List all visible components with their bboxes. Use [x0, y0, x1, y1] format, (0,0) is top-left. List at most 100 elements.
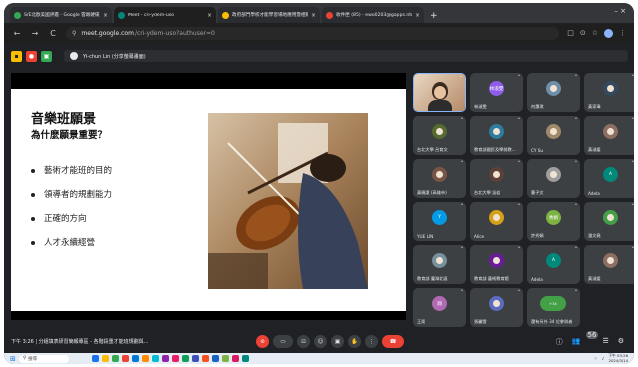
taskbar-search[interactable]: ⚲ 搜尋	[18, 354, 69, 363]
close-tab-icon[interactable]: ×	[103, 12, 108, 19]
close-tab-icon[interactable]: ×	[207, 12, 212, 19]
participant-tile[interactable]: ʺ 教育部國民及學前教...	[470, 116, 523, 155]
participant-tile[interactable]: 秀娟 ʺ 許秀娟	[527, 202, 580, 241]
taskbar-app-icon[interactable]	[181, 355, 189, 362]
camera-button[interactable]: ▭	[273, 335, 293, 348]
participant-tile[interactable]: A ʺ Adela	[527, 245, 580, 284]
presenter-banner[interactable]: Yi-chun Lin (分享螢幕畫面)	[64, 50, 628, 62]
taskbar-app-icon[interactable]	[221, 355, 229, 362]
mic-muted-icon: ʺ	[459, 76, 462, 82]
participant-tile[interactable]: ʺ 台北大學 吳若	[470, 159, 523, 198]
mic-muted-icon: ʺ	[460, 118, 463, 124]
participant-avatar: A	[546, 253, 561, 268]
close-tab-icon[interactable]: ×	[415, 12, 420, 19]
tab-favicon-icon	[222, 11, 229, 19]
chat-icon[interactable]: ☰	[602, 337, 608, 347]
close-tab-icon[interactable]: ×	[311, 12, 316, 19]
taskbar-app-icon[interactable]	[161, 355, 169, 362]
presentation-stage[interactable]: 音樂班願景 為什麼願景重要？ 藝術才能班的目的 領導者的規劃能力 正確的方向 人…	[11, 73, 406, 320]
meet-captions-icon[interactable]: ▣	[41, 50, 52, 62]
participant-avatar	[603, 81, 618, 96]
participant-tile[interactable]: ʺ 黃家瑋	[584, 73, 634, 112]
url-input[interactable]: ⚲ meet.google.com /cri-ydem-uso?authuser…	[66, 26, 560, 40]
taskbar-app-icon[interactable]	[131, 355, 139, 362]
taskbar-app-icon[interactable]	[231, 355, 239, 362]
taskbar-app-icon[interactable]	[241, 355, 249, 362]
mic-off-button[interactable]: ⊘	[256, 335, 269, 348]
hang-up-button[interactable]: ☎	[382, 335, 404, 348]
activities-icon[interactable]: ⚙	[618, 337, 624, 347]
meeting-info-icon[interactable]: ⓘ	[556, 337, 563, 347]
zoom-icon[interactable]: ⊙	[580, 29, 586, 37]
profile-avatar[interactable]	[604, 28, 613, 38]
participant-tile[interactable]: ʺ 何惠琪	[527, 73, 580, 112]
participant-tile[interactable]: ʺ 黃曉凜 (高雄市)	[413, 159, 466, 198]
window-controls[interactable]: – ×	[614, 7, 626, 15]
participant-tile[interactable]: ʺ 教育部 臺灣北區	[413, 245, 466, 284]
participant-name: 黃家瑋	[588, 104, 601, 109]
volume-icon[interactable]: ♪	[602, 356, 605, 361]
taskbar-app-icon[interactable]	[91, 355, 99, 362]
participant-tile[interactable]: 林淑雯 ʺ 林淑雯	[470, 73, 523, 112]
present-button[interactable]: ▣	[331, 335, 344, 348]
browser-tab[interactable]: 收件匣 (85) - ewo0203@gapps.ntnc…×	[322, 7, 424, 23]
wifi-icon[interactable]: ⌔	[594, 356, 598, 362]
taskbar-app-icon[interactable]	[151, 355, 159, 362]
participant-name: 林淑雯	[474, 104, 487, 109]
menu-kebab-icon[interactable]: ⋮	[619, 29, 626, 37]
windows-start-icon[interactable]: ⊞	[10, 355, 16, 363]
back-button[interactable]: ←	[12, 29, 22, 38]
browser-tab[interactable]: S/E北歐美國評鑑 - Google 雲端硬碟 ×	[10, 7, 112, 23]
mic-muted-icon: ʺ	[517, 161, 520, 167]
site-info-icon[interactable]: ⚲	[72, 30, 76, 37]
participant-name: Adela	[531, 277, 543, 282]
participant-name: 教育部 藝術教育館	[474, 276, 509, 281]
participant-tile[interactable]: ʺ	[413, 73, 466, 112]
participant-tile[interactable]: ʺ 張麗雪	[470, 288, 523, 327]
captions-button[interactable]: ⊡	[297, 335, 310, 348]
windows-taskbar: ⊞ ⚲ 搜尋 ⌔ ♪ 下午 03:26 2024/3/14	[4, 353, 634, 364]
slide-bullet: 領導者的規劃能力	[31, 188, 112, 200]
participant-tile[interactable]: ʺ 台北大學 呂育文	[413, 116, 466, 155]
participant-tile[interactable]: ʺ Alice	[470, 202, 523, 241]
mic-muted-icon: ʺ	[631, 204, 634, 210]
participant-tile[interactable]: ʺ 曹子文	[527, 159, 580, 198]
participant-tile[interactable]: ʺ 黃淑媛	[584, 116, 634, 155]
participant-tile[interactable]: ʺ CY Su	[527, 116, 580, 155]
reload-button[interactable]: C	[48, 29, 58, 38]
taskbar-app-icon[interactable]	[191, 355, 199, 362]
taskbar-app-icon[interactable]	[141, 355, 149, 362]
taskbar-app-icon[interactable]	[111, 355, 119, 362]
participant-avatar	[489, 210, 504, 225]
browser-tab[interactable]: Meet - cri-ydem-uso ×	[114, 7, 216, 23]
taskbar-app-icon[interactable]	[121, 355, 129, 362]
participant-tile[interactable]: ʺ 黃淑媛	[584, 245, 634, 284]
tab-title: S/E北歐美國評鑑 - Google 雲端硬碟	[24, 13, 100, 18]
forward-button[interactable]: →	[30, 29, 40, 38]
cast-icon[interactable]: □	[567, 29, 574, 37]
people-icon[interactable]: 👥56	[572, 331, 599, 347]
meet-record-icon[interactable]: ●	[26, 50, 37, 62]
participant-tile[interactable]: Y ʺ YUE LIN	[413, 202, 466, 241]
browser-tab[interactable]: 政府部門學校才能學習場地應用暨相關?/1…×	[218, 7, 320, 23]
participant-tile[interactable]: +34 ʺ 還有另外 34 位參與者	[527, 288, 580, 327]
taskbar-clock[interactable]: 下午 03:26 2024/3/14	[608, 353, 628, 363]
participant-avatar	[432, 167, 447, 182]
emoji-button[interactable]: ☺	[314, 335, 327, 348]
slide-subtitle: 為什麼願景重要？	[31, 130, 108, 141]
taskbar-app-icon[interactable]	[101, 355, 109, 362]
taskbar-app-icon[interactable]	[211, 355, 219, 362]
taskbar-app-icon[interactable]	[201, 355, 209, 362]
participant-tile[interactable]: A ʺ Adela	[584, 159, 634, 198]
more-options-button[interactable]: ⋮	[365, 335, 378, 348]
participant-tile[interactable]: ʺ 教育部 藝術教育館	[470, 245, 523, 284]
bookmark-star-icon[interactable]: ☆	[592, 29, 598, 37]
participant-tile[interactable]: 翔 ʺ 王翔	[413, 288, 466, 327]
taskbar-app-icon[interactable]	[171, 355, 179, 362]
participant-tile[interactable]: ʺ 潘文堯	[584, 202, 634, 241]
participant-avatar: 秀娟	[546, 210, 561, 225]
meet-activity-icon[interactable]: ▪	[11, 50, 22, 62]
new-tab-button[interactable]: +	[430, 11, 438, 21]
participant-avatar	[489, 253, 504, 268]
raise-hand-button[interactable]: ✋	[348, 335, 361, 348]
